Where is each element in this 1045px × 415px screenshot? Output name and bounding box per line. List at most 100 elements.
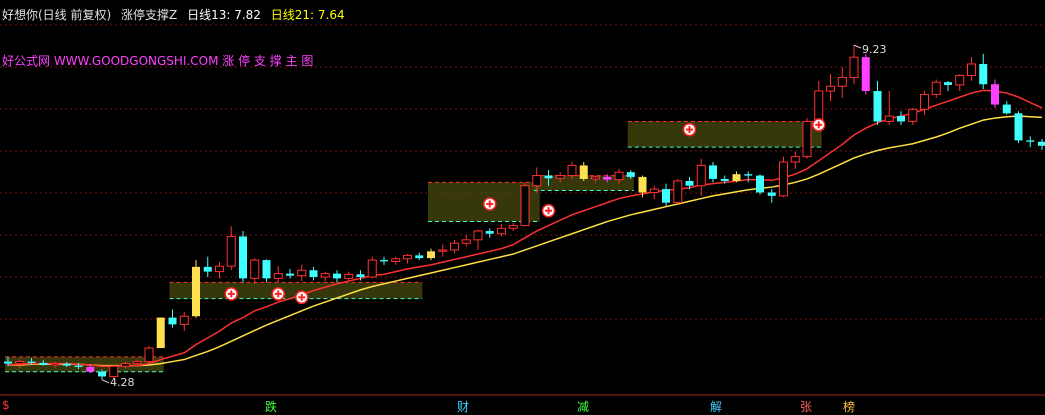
event-mark[interactable]: 解 xyxy=(710,398,722,415)
candle-body xyxy=(132,361,142,365)
candle-body xyxy=(826,85,835,92)
candle-body xyxy=(485,231,494,234)
candle-body xyxy=(4,361,12,364)
candle-body xyxy=(626,172,635,177)
candle-body xyxy=(638,176,647,193)
candle-body xyxy=(508,225,518,229)
candle-body xyxy=(39,362,48,365)
candlestick-chart xyxy=(0,24,1045,396)
candle-body xyxy=(309,270,318,278)
candle-body xyxy=(15,361,25,365)
candle-body xyxy=(802,120,812,158)
candle-body xyxy=(144,347,154,363)
candle-body xyxy=(567,164,577,177)
candle-body xyxy=(662,189,670,203)
candle-body xyxy=(849,56,859,78)
candle-body xyxy=(391,258,401,262)
candle-body xyxy=(168,317,177,325)
candle-body xyxy=(438,249,448,252)
candle-body xyxy=(250,259,260,279)
candle-body xyxy=(685,180,694,186)
candle-body xyxy=(744,174,753,176)
candle-body xyxy=(779,161,788,197)
candle-body xyxy=(50,363,60,366)
event-mark[interactable]: 张 xyxy=(800,398,812,415)
candle-body xyxy=(215,265,224,273)
candle-body xyxy=(991,84,999,105)
high-pointer xyxy=(853,44,862,49)
event-mark[interactable]: 减 xyxy=(577,398,589,415)
candle-body xyxy=(356,274,365,278)
candle-body xyxy=(603,176,612,180)
candle-body xyxy=(908,108,918,122)
candle-body xyxy=(955,74,965,86)
event-mark[interactable]: $ xyxy=(2,398,10,412)
candle-body xyxy=(192,266,200,317)
event-mark[interactable]: 跌 xyxy=(265,398,277,415)
candle-body xyxy=(98,371,106,377)
candle-body xyxy=(121,363,130,367)
candle-body xyxy=(473,230,483,241)
candle-body xyxy=(931,81,941,95)
candle-body xyxy=(297,269,307,277)
candle-body xyxy=(532,175,542,187)
candle-body xyxy=(873,91,882,122)
candle-body xyxy=(1026,140,1035,142)
candle-body xyxy=(520,185,530,227)
candle-body xyxy=(861,57,870,92)
candle-body xyxy=(273,273,283,279)
candle-body xyxy=(709,165,717,179)
candle-body xyxy=(579,165,588,179)
candle-body xyxy=(320,273,330,278)
candle-body xyxy=(897,116,905,122)
candle-body xyxy=(591,176,600,180)
candle-body xyxy=(837,76,847,87)
candle-body xyxy=(427,251,435,259)
candle-body xyxy=(62,363,71,366)
candle-body xyxy=(415,255,424,259)
candle-body xyxy=(732,174,741,181)
candle-body xyxy=(544,175,553,179)
candle-body xyxy=(979,63,988,85)
candle-body xyxy=(1002,104,1011,114)
candle-body xyxy=(86,366,95,372)
candle-body xyxy=(286,273,294,276)
candle-body xyxy=(203,266,212,272)
candle-body xyxy=(920,93,929,110)
event-mark[interactable]: 榜 xyxy=(843,398,855,415)
low-pointer xyxy=(101,379,110,384)
candle-body xyxy=(767,192,776,196)
candle-body xyxy=(814,90,824,122)
candle-body xyxy=(720,178,729,181)
candle-body xyxy=(884,115,894,122)
candle-body xyxy=(262,260,271,279)
candle-body xyxy=(74,365,83,367)
candle-body xyxy=(497,227,506,235)
candle-body xyxy=(27,361,36,363)
candle-body xyxy=(673,180,683,204)
candle-body xyxy=(461,239,471,244)
candle-body xyxy=(367,259,377,278)
candle-body xyxy=(614,171,624,181)
candle-body xyxy=(333,273,341,279)
candle-body xyxy=(967,63,976,76)
candle-body xyxy=(179,315,189,325)
event-mark[interactable]: 财 xyxy=(457,398,469,415)
candle-body xyxy=(1014,113,1023,141)
candle-body xyxy=(450,242,459,251)
candle-body xyxy=(555,175,565,179)
candle-body xyxy=(344,273,354,279)
low-price-label: 4.28 xyxy=(110,375,135,389)
candle-body xyxy=(756,175,764,193)
candle-body xyxy=(239,236,247,279)
candle-body xyxy=(696,164,706,187)
candle-body xyxy=(226,235,236,267)
high-price-label: 9.23 xyxy=(862,43,887,57)
candle-body xyxy=(944,82,952,85)
candle-body xyxy=(1038,141,1045,146)
candle-body xyxy=(156,317,165,349)
candle-body xyxy=(649,188,659,193)
candle-body xyxy=(790,156,800,163)
candle-body xyxy=(403,254,412,260)
support-zone xyxy=(627,121,822,148)
